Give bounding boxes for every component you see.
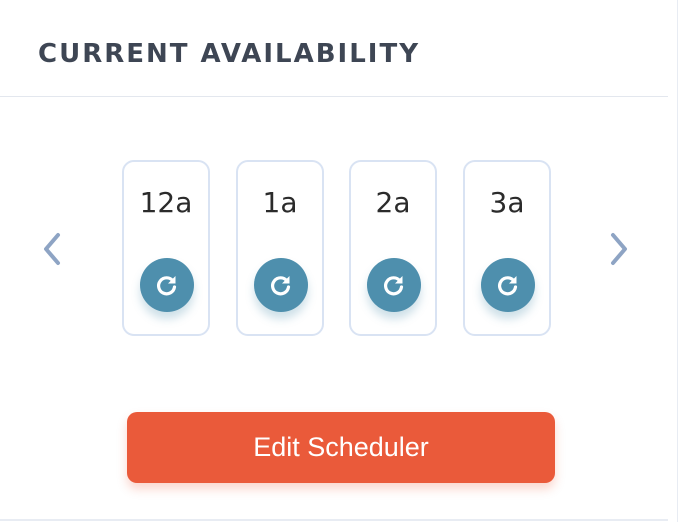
refresh-button[interactable] (140, 258, 194, 312)
time-slot-label: 1a (262, 186, 298, 219)
time-slot-card[interactable]: 3a (463, 160, 551, 336)
edit-scheduler-button[interactable]: Edit Scheduler (127, 412, 555, 483)
divider (0, 96, 668, 97)
time-slot-label: 3a (489, 186, 525, 219)
refresh-icon (271, 276, 291, 296)
bottom-divider (0, 519, 668, 521)
refresh-button[interactable] (481, 258, 535, 312)
panel-title: CURRENT AVAILABILITY (38, 39, 421, 69)
time-slot-card[interactable]: 12a (122, 160, 210, 336)
time-slot-card[interactable]: 1a (236, 160, 324, 336)
time-slot-card[interactable]: 2a (349, 160, 437, 336)
refresh-icon (384, 276, 404, 296)
chevron-right-icon (611, 233, 627, 265)
refresh-icon (498, 276, 518, 296)
refresh-icon (157, 276, 177, 296)
next-button[interactable] (607, 229, 631, 269)
refresh-button[interactable] (254, 258, 308, 312)
refresh-button[interactable] (367, 258, 421, 312)
availability-panel: CURRENT AVAILABILITY 12a 1a 2a 3a Edit S… (0, 0, 678, 522)
previous-button[interactable] (40, 229, 64, 269)
time-slot-label: 2a (375, 186, 411, 219)
chevron-left-icon (44, 233, 60, 265)
time-slot-label: 12a (139, 186, 193, 219)
